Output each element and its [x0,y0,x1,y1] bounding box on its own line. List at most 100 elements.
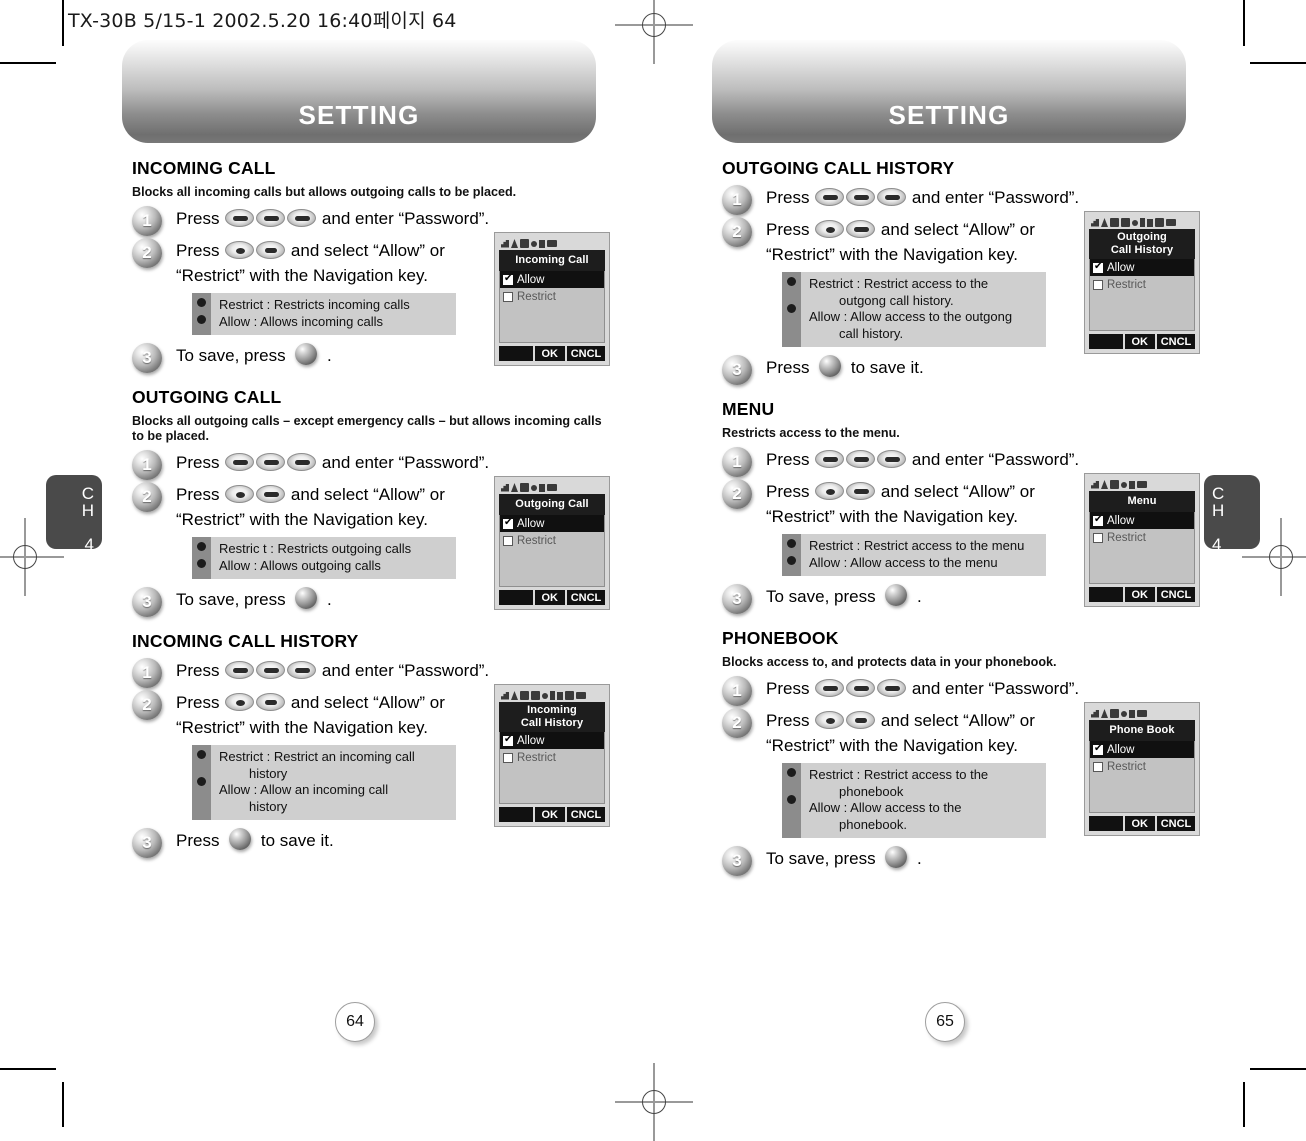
note-line: history [249,798,288,814]
status-icon-1 [1091,480,1099,489]
phone-option-allow[interactable]: Allow [500,732,604,749]
phone-option-label: Allow [1107,743,1135,756]
phone-option-restrict[interactable]: Restrict [500,288,604,305]
key-send-icon [815,188,845,206]
checkbox-icon[interactable] [1093,514,1103,526]
step-number-label: 3 [732,851,742,870]
softkey-ok[interactable]: OK [534,346,565,361]
setting-banner-left: SETTING [122,40,596,143]
crop-mark-tl-h [0,62,56,64]
status-icon-1 [1091,218,1099,227]
softkey-left[interactable] [1089,816,1123,831]
page-right: SETTING OUTGOING CALL HISTORY 1 Press and … [700,0,1290,1127]
status-icon-2 [1101,480,1108,489]
softkey-left[interactable] [499,807,533,822]
softkey-cncl[interactable]: CNCL [566,807,606,822]
phone-screen-title-line: Call History [520,717,584,729]
status-icon-1 [1091,709,1099,718]
phone-option-label: Allow [517,273,545,286]
checkbox-icon[interactable] [503,273,513,285]
status-icon-2 [1101,218,1108,227]
section-title: MENU [722,399,775,419]
softkey-left[interactable] [1089,587,1123,602]
phone-screen-title-line: Call History [1110,244,1174,256]
note-bullet-dot [197,298,206,307]
step-number-label: 3 [142,348,152,367]
softkey-cncl[interactable]: CNCL [566,346,606,361]
note-lines: Restrict : Restrict access to the menu Al… [801,534,1046,576]
status-icon-4 [531,691,540,700]
status-icon-6 [550,691,555,700]
softkey-left[interactable] [499,590,533,605]
note-bullet-stripe [782,272,801,347]
softkey-ok[interactable]: OK [534,807,565,822]
checkbox-icon[interactable] [1093,532,1103,543]
softkey-cncl[interactable]: CNCL [1156,587,1196,602]
checkbox-icon[interactable] [503,752,513,763]
status-icon-4 [1121,481,1127,488]
step-3: 3 To save, press . [722,846,1202,876]
phone-screen-title-line: Incoming [527,704,577,716]
checkbox-icon[interactable] [503,734,513,746]
softkey-ok[interactable]: OK [1124,334,1155,349]
checkbox-icon[interactable] [1093,761,1103,772]
phone-screen-title-line: Phone Book [1109,724,1175,736]
checkbox-icon[interactable] [503,291,513,302]
note-lines: Restrict : Restricts incoming calls Allow… [211,293,456,335]
checkbox-icon[interactable] [1093,279,1103,290]
note-line: Restrict : Restrict access to the [809,767,989,782]
checkbox-icon[interactable] [1093,261,1103,273]
note-line: Allow : Allow access to the [809,800,962,815]
step-text: Press to save it. [176,828,476,853]
phone-option-restrict[interactable]: Restrict [1090,758,1194,775]
phone-option-allow[interactable]: Allow [500,271,604,288]
step-number-label: 1 [142,211,152,230]
step-number-badge: 2 [722,708,752,738]
step-number-label: 3 [142,833,152,852]
phone-option-allow[interactable]: Allow [500,515,604,532]
checkbox-icon[interactable] [1093,743,1103,755]
softkey-left[interactable] [499,346,533,361]
phone-screen-mock: Menu Allow Restrict OKCNCL [1084,473,1200,607]
note-line: outgong call history. [839,292,954,308]
softkey-ok[interactable]: OK [1124,816,1155,831]
softkey-ok[interactable]: OK [1124,587,1155,602]
phone-option-restrict[interactable]: Restrict [500,749,604,766]
key-send-icon [815,450,845,468]
key-nav-icon [225,693,255,711]
status-icon-6 [1140,218,1145,227]
softkey-cncl[interactable]: CNCL [1156,334,1196,349]
page-number-right: 65 [925,1002,965,1042]
softkey-ok[interactable]: OK [534,590,565,605]
phone-option-list: Allow Restrict [1089,512,1195,584]
phone-option-restrict[interactable]: Restrict [1090,529,1194,546]
section-title: INCOMING CALL [132,158,276,178]
step-number-badge: 1 [722,447,752,477]
phone-option-allow[interactable]: Allow [1090,259,1194,276]
softkey-cncl[interactable]: CNCL [1156,816,1196,831]
phone-option-restrict[interactable]: Restrict [500,532,604,549]
step-number-badge: 2 [132,482,162,512]
status-icon-5 [1132,219,1138,226]
step-number-badge: 3 [132,828,162,858]
checkbox-icon[interactable] [503,535,513,546]
step-number-badge: 2 [132,238,162,268]
section-title: PHONEBOOK [722,628,839,648]
note-line: Restric t : Restricts outgoing calls [219,541,412,556]
note-line: Allow : Allows incoming calls [219,313,384,329]
step-text: Press and select “Allow” or “Restrict” w… [176,693,445,737]
softkey-left[interactable] [1089,334,1123,349]
phone-option-restrict[interactable]: Restrict [1090,276,1194,293]
step-number-badge: 2 [132,690,162,720]
phone-option-allow[interactable]: Allow [1090,741,1194,758]
phone-option-allow[interactable]: Allow [1090,512,1194,529]
phone-option-list: Allow Restrict [499,515,605,587]
softkey-cncl[interactable]: CNCL [566,590,606,605]
note-bullet-dot [197,542,206,551]
checkbox-icon[interactable] [503,517,513,529]
phone-screen-title: Outgoing Call [499,494,605,515]
step-text: Press and select “Allow” or “Restrict” w… [766,482,1035,526]
key-send-icon [225,209,255,227]
step-number-label: 2 [142,243,152,262]
manual-section: PHONEBOOK Blocks access to, and protects … [722,628,1202,876]
